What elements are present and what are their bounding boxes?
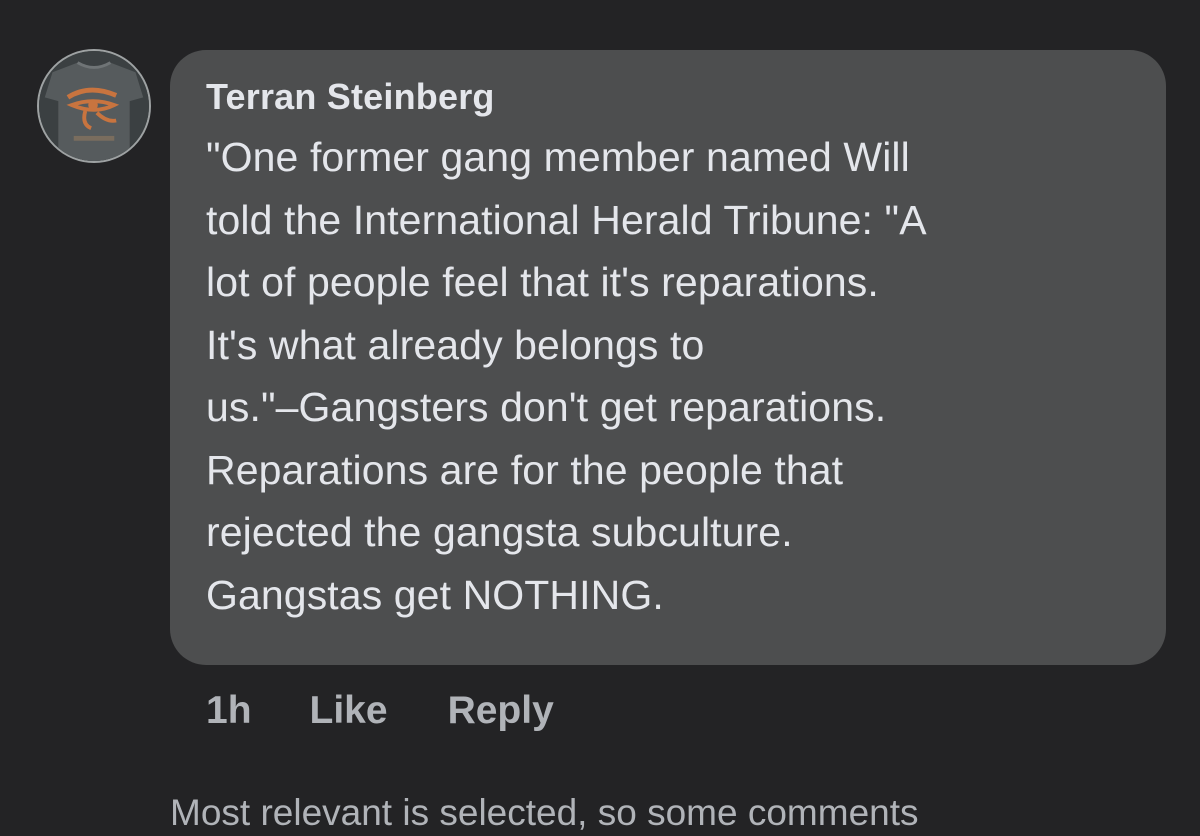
comment-body: "One former gang member named Will told … xyxy=(206,126,1136,626)
comment-line: "One former gang member named Will xyxy=(206,134,910,180)
comment-actions: 1h Like Reply xyxy=(206,686,554,736)
comment-author[interactable]: Terran Steinberg xyxy=(206,74,1136,120)
avatar[interactable] xyxy=(37,49,151,163)
comment-line: told the International Herald Tribune: "… xyxy=(206,196,927,243)
comment-line: It's what already belongs to xyxy=(206,321,705,368)
comment-timestamp[interactable]: 1h xyxy=(206,686,252,736)
sort-notice: Most relevant is selected, so some comme… xyxy=(170,792,919,833)
eye-of-horus-shirt-icon xyxy=(39,51,149,161)
reply-button[interactable]: Reply xyxy=(448,686,554,736)
comment-line: Gangstas get NOTHING. xyxy=(206,571,664,618)
comment-line: Reparations are for the people that xyxy=(206,446,844,493)
comment-bubble: Terran Steinberg "One former gang member… xyxy=(170,50,1166,665)
like-button[interactable]: Like xyxy=(310,686,388,736)
comment-line: us."–Gangsters don't get reparations. xyxy=(206,384,887,430)
comment-line: rejected the gangsta subculture. xyxy=(206,509,793,555)
comment-line: lot of people feel that it's reparations… xyxy=(206,259,879,305)
